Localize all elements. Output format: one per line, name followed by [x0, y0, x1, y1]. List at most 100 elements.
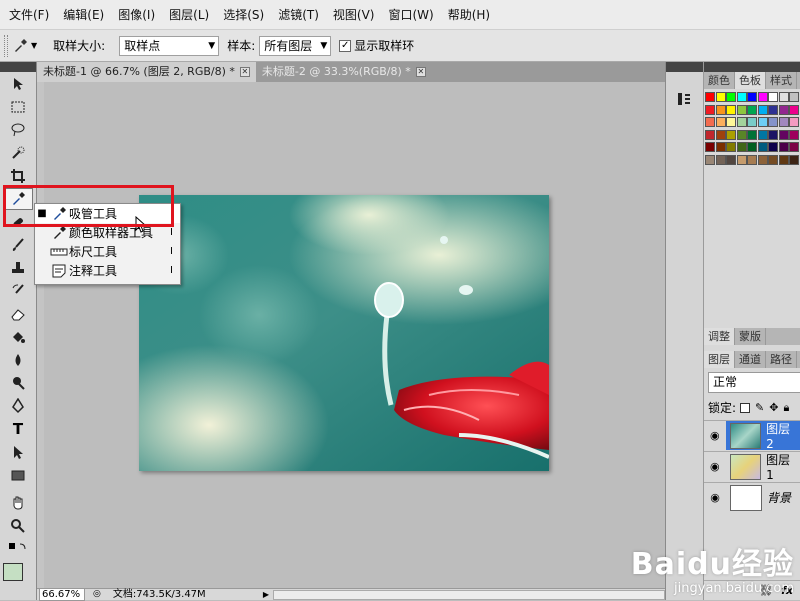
eye-icon[interactable]: ◉ — [704, 420, 726, 451]
color-swatch[interactable] — [715, 104, 726, 115]
color-swatch[interactable] — [778, 142, 789, 152]
color-swatch[interactable] — [768, 92, 778, 102]
color-swatch[interactable] — [757, 117, 768, 127]
color-swatch[interactable] — [789, 104, 799, 115]
lock-pixels-icon[interactable]: ✎ — [755, 401, 764, 414]
color-swatch[interactable] — [736, 142, 747, 152]
color-swatch[interactable] — [726, 142, 736, 152]
color-swatch[interactable] — [736, 92, 747, 102]
color-swatch[interactable] — [715, 129, 726, 140]
dodge-tool-icon[interactable] — [3, 372, 33, 394]
color-swatch[interactable] — [757, 154, 768, 165]
sample-size-select[interactable]: 取样点 ▼ — [119, 35, 220, 56]
brush-tool-icon[interactable] — [3, 234, 33, 256]
tab-layers[interactable]: 图层 — [704, 351, 735, 368]
foreground-color-swatch[interactable] — [3, 563, 23, 581]
zoom-tool-icon[interactable] — [3, 515, 33, 537]
color-swatch[interactable] — [778, 154, 789, 165]
lock-all-icon[interactable]: 🔒︎ — [783, 401, 789, 415]
panel-header[interactable] — [704, 62, 800, 72]
status-info-icon[interactable]: ◎ — [93, 589, 101, 600]
menu-view[interactable]: 视图(V) — [326, 0, 382, 30]
color-swatch[interactable] — [726, 117, 736, 127]
menu-image[interactable]: 图像(I) — [111, 0, 162, 30]
color-swatch[interactable] — [757, 104, 768, 115]
tab-masks[interactable]: 蒙版 — [735, 328, 766, 345]
color-swatch[interactable] — [726, 104, 736, 115]
lock-position-icon[interactable]: ✥ — [769, 401, 778, 414]
tab-document-2[interactable]: 未标题-2 @ 33.3%(RGB/8) * ✕ — [256, 62, 432, 82]
zoom-level-input[interactable]: 66.67% — [39, 588, 85, 601]
adjustments-dock-icon[interactable] — [669, 88, 699, 110]
show-ring-checkbox[interactable]: ✓ 显示取样环 — [339, 37, 414, 54]
color-swatch[interactable] — [736, 104, 747, 115]
layer-row-1[interactable]: ◉ 图层 1 — [704, 451, 800, 482]
canvas-image[interactable] — [139, 195, 549, 471]
color-swatch[interactable] — [747, 92, 757, 102]
color-swatch[interactable] — [768, 129, 778, 140]
tab-adjustments[interactable]: 调整 — [704, 328, 735, 345]
color-swatch[interactable] — [768, 104, 778, 115]
color-swatch[interactable] — [778, 129, 789, 140]
pen-tool-icon[interactable] — [3, 395, 33, 417]
color-swatch[interactable] — [726, 154, 736, 165]
path-select-tool-icon[interactable] — [3, 441, 33, 463]
color-swatch[interactable] — [778, 104, 789, 115]
color-swatch[interactable] — [715, 142, 726, 152]
blend-mode-select[interactable]: 正常 — [708, 372, 800, 393]
color-swatch[interactable] — [715, 92, 726, 102]
color-swatch[interactable] — [736, 117, 747, 127]
eye-icon[interactable]: ◉ — [704, 491, 726, 504]
color-swatch[interactable] — [789, 154, 799, 165]
color-swatch[interactable] — [757, 129, 768, 140]
color-swatch[interactable] — [778, 117, 789, 127]
menu-help[interactable]: 帮助(H) — [441, 0, 497, 30]
tab-styles[interactable]: 样式 — [766, 72, 797, 89]
shape-tool-icon[interactable] — [3, 464, 33, 486]
history-brush-tool-icon[interactable] — [3, 280, 33, 302]
menu-edit[interactable]: 编辑(E) — [56, 0, 111, 30]
tab-swatches[interactable]: 色板 — [735, 72, 766, 89]
color-swatch[interactable] — [757, 142, 768, 152]
marquee-tool-icon[interactable] — [3, 96, 33, 118]
color-swatch[interactable] — [757, 92, 768, 102]
color-swatch[interactable] — [747, 142, 757, 152]
tab-channels[interactable]: 通道 — [735, 351, 766, 368]
clone-stamp-tool-icon[interactable] — [3, 257, 33, 279]
color-swatch[interactable] — [705, 142, 715, 152]
color-swatch[interactable] — [768, 142, 778, 152]
quick-select-tool-icon[interactable] — [3, 142, 33, 164]
layer-row-2[interactable]: ◉ 图层 2 — [704, 420, 800, 451]
menu-select[interactable]: 选择(S) — [216, 0, 271, 30]
move-tool-icon[interactable] — [3, 73, 33, 95]
menu-layer[interactable]: 图层(L) — [162, 0, 216, 30]
panel-header[interactable] — [0, 62, 36, 72]
color-swatch[interactable] — [705, 129, 715, 140]
type-tool-icon[interactable]: T — [3, 418, 33, 440]
eraser-tool-icon[interactable] — [3, 303, 33, 325]
layer-row-background[interactable]: ◉ 背景 — [704, 482, 800, 512]
tab-document-1[interactable]: 未标题-1 @ 66.7% (图层 2, RGB/8) * ✕ — [37, 62, 256, 82]
color-swatch[interactable] — [705, 117, 715, 127]
close-icon[interactable]: ✕ — [239, 67, 250, 77]
color-swatch[interactable] — [778, 92, 789, 102]
color-swatch[interactable] — [768, 154, 778, 165]
menu-file[interactable]: 文件(F) — [2, 0, 56, 30]
hand-tool-icon[interactable] — [3, 492, 33, 514]
options-grip[interactable] — [4, 34, 8, 57]
tab-color[interactable]: 颜色 — [704, 72, 735, 89]
color-swatch[interactable] — [705, 92, 715, 102]
menu-window[interactable]: 窗口(W) — [381, 0, 440, 30]
color-swatch[interactable] — [747, 154, 757, 165]
color-swatch[interactable] — [736, 154, 747, 165]
color-swatch[interactable] — [789, 129, 799, 140]
tool-preset-eyedropper-icon[interactable]: ▼ — [12, 38, 37, 54]
tab-paths[interactable]: 路径 — [766, 351, 797, 368]
color-swatch[interactable] — [747, 129, 757, 140]
color-swatch[interactable] — [789, 142, 799, 152]
swap-colors-icon[interactable] — [3, 538, 33, 560]
dock-header[interactable] — [666, 62, 703, 72]
color-swatches[interactable] — [3, 561, 33, 583]
sample-select[interactable]: 所有图层 ▼ — [259, 35, 332, 56]
crop-tool-icon[interactable] — [3, 165, 33, 187]
